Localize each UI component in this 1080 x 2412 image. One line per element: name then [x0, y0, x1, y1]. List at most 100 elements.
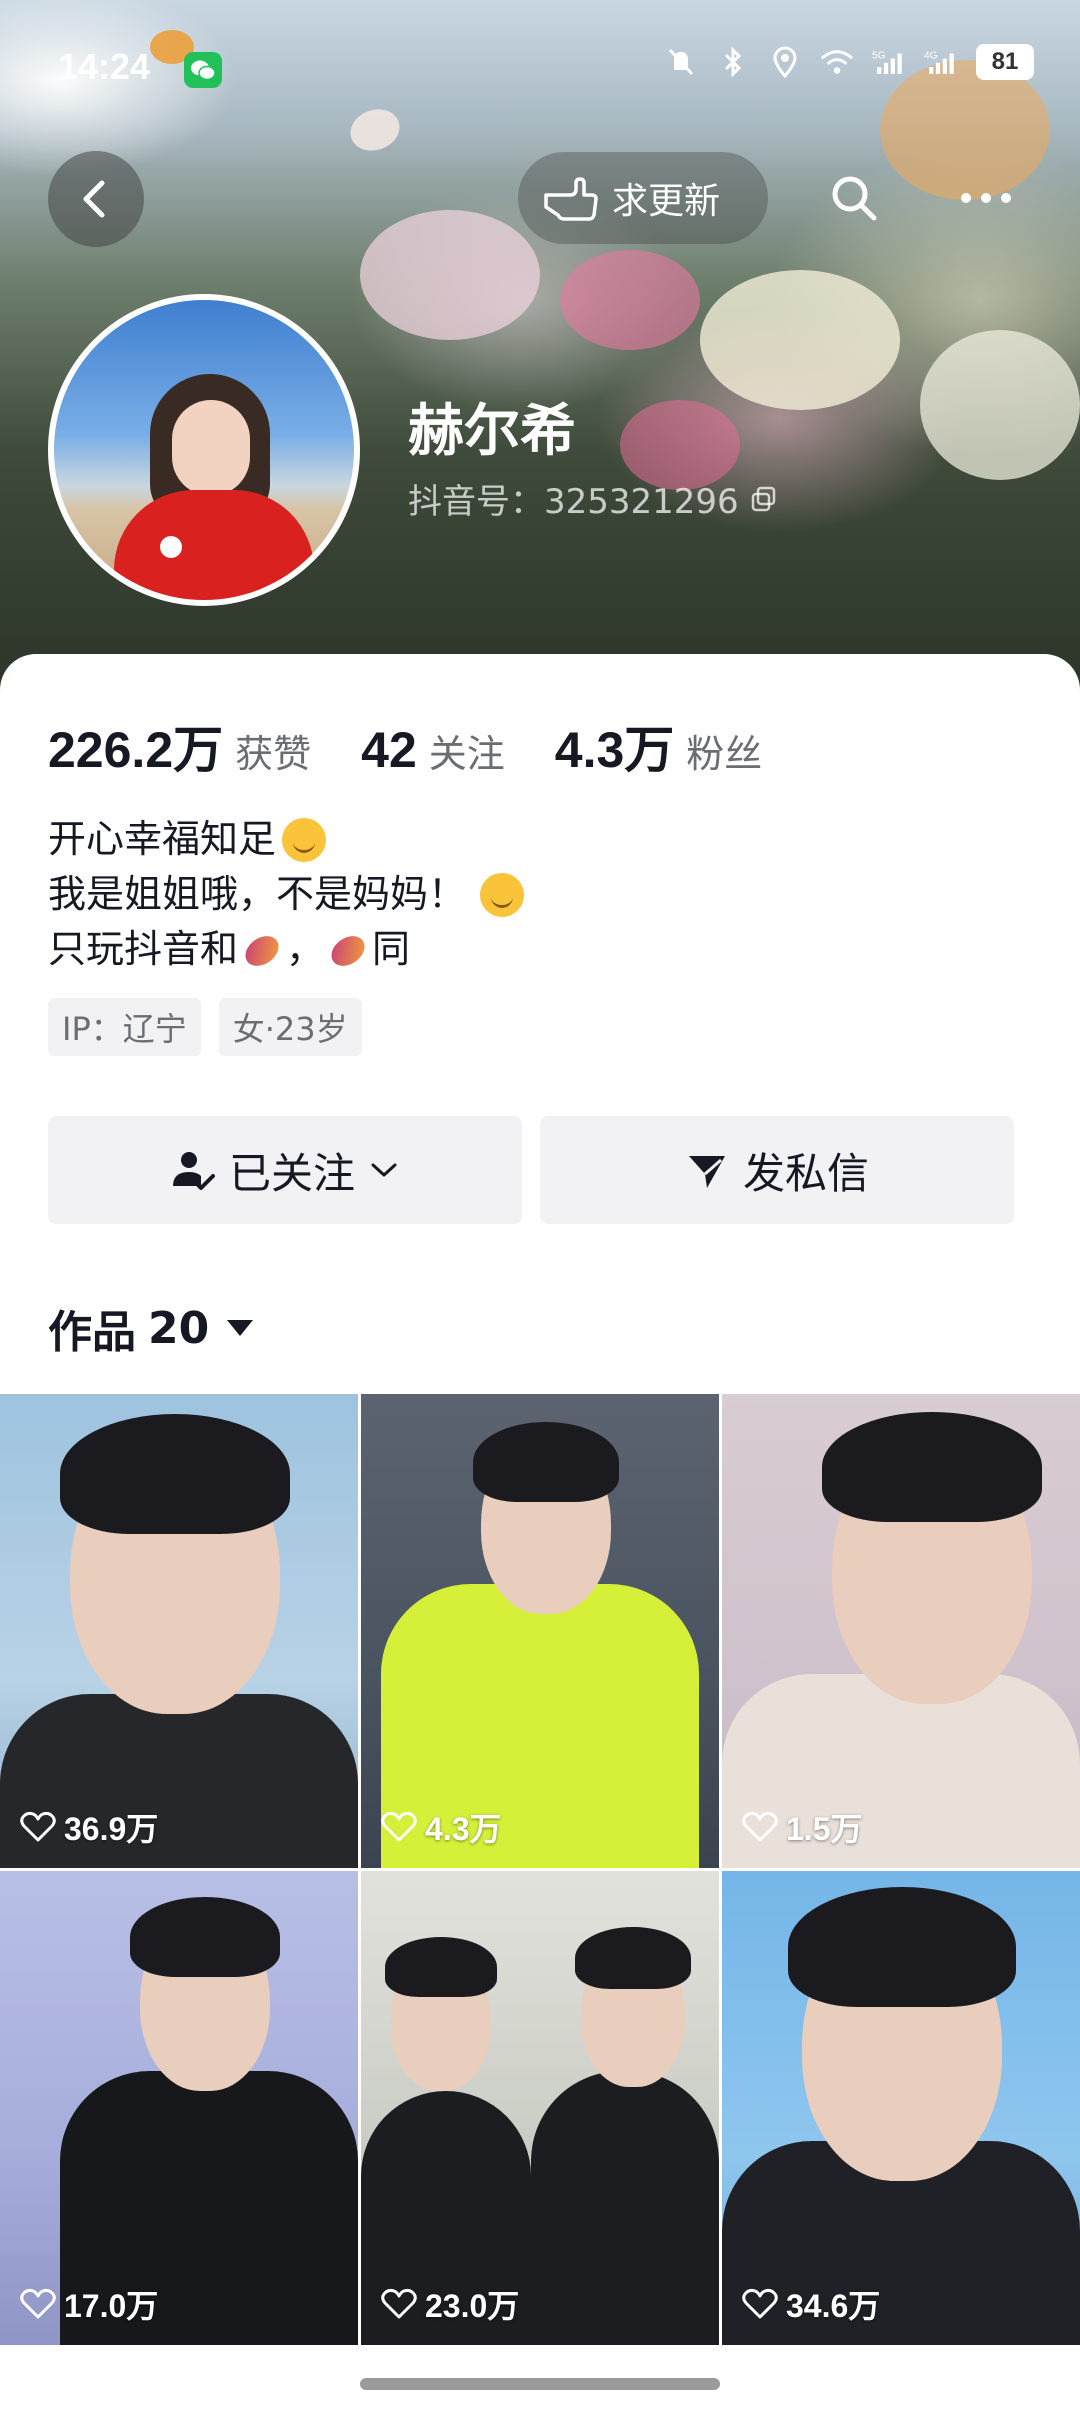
stat-likes-label: 获赞 [235, 732, 312, 776]
video-likes-count: 17.0万 [64, 2288, 159, 2324]
thumbnail-hair [130, 1897, 280, 1977]
stat-followers-label: 粉丝 [686, 732, 763, 776]
video-likes: 23.0万 [381, 2281, 519, 2327]
stat-following-value: 42 [361, 722, 417, 778]
bio-line-3-text-c: 同 [372, 927, 411, 971]
user-check-icon [172, 1152, 215, 1190]
video-likes-count: 34.6万 [786, 2288, 881, 2324]
home-indicator[interactable] [360, 2378, 720, 2390]
send-message-label: 发私信 [742, 1148, 869, 1198]
copy-icon[interactable] [749, 484, 779, 514]
back-arrow-icon [83, 180, 105, 218]
following-button-label: 已关注 [228, 1148, 355, 1198]
thumbnail-hair [575, 1927, 691, 1989]
thumbnail-jacket [531, 2071, 719, 2345]
cover-flower [560, 250, 700, 350]
send-icon [688, 1156, 725, 1188]
back-button[interactable] [48, 151, 144, 247]
tab-works[interactable]: 作品 20 [48, 1296, 254, 1360]
cover-flower [360, 210, 540, 340]
more-icon [961, 193, 1011, 203]
thumbnail-hair [60, 1414, 290, 1534]
search-icon [832, 176, 877, 221]
stat-followers-value: 4.3万 [554, 722, 675, 778]
battery-indicator: 81 [976, 44, 1034, 80]
more-button[interactable] [940, 152, 1032, 244]
video-tile[interactable]: 1.5万 [722, 1394, 1080, 1868]
chevron-down-icon [371, 1163, 397, 1177]
request-update-label: 求更新 [612, 181, 721, 222]
video-tile[interactable]: 17.0万 [0, 1871, 358, 2345]
bluetooth-icon [716, 45, 750, 79]
svg-text:5G: 5G [872, 51, 886, 62]
bio-line-3: 只玩抖音和 ， 同 [48, 922, 524, 977]
heart-icon [742, 2288, 778, 2319]
stat-following[interactable]: 42 关注 [361, 721, 505, 779]
svg-text:4G: 4G [924, 51, 938, 62]
cover-flower [700, 270, 900, 410]
bio-line-3-text-a: 只玩抖音和 [48, 927, 239, 971]
stat-following-label: 关注 [428, 732, 505, 776]
search-button[interactable] [808, 152, 900, 244]
profile-stats: 226.2万 获赞 42 关注 4.3万 粉丝 [48, 710, 812, 782]
smile-emoji-icon [480, 872, 525, 917]
smile-emoji-icon [282, 817, 327, 862]
thumbnail-hair [822, 1412, 1042, 1522]
works-tab-label: 作品 [48, 1307, 136, 1358]
heart-icon [20, 2288, 56, 2319]
wifi-icon [820, 45, 854, 79]
stat-followers[interactable]: 4.3万 粉丝 [555, 710, 763, 782]
video-tile[interactable]: 34.6万 [722, 1871, 1080, 2345]
caret-down-icon [227, 1320, 254, 1336]
thumbnail-hair [385, 1937, 497, 1997]
bio-line-1: 开心幸福知足 [48, 812, 524, 867]
avatar[interactable] [48, 294, 360, 606]
avatar-shirt [114, 490, 314, 600]
video-likes: 1.5万 [742, 1804, 863, 1850]
video-likes-count: 36.9万 [64, 1811, 159, 1847]
following-button[interactable]: 已关注 [48, 1116, 522, 1224]
works-tab-count: 20 [148, 1302, 210, 1354]
video-tile[interactable]: 36.9万 [0, 1394, 358, 1868]
sweet-potato-emoji-icon [326, 928, 370, 972]
video-likes-count: 1.5万 [786, 1811, 863, 1847]
heart-icon [20, 1811, 56, 1842]
video-tile[interactable]: 4.3万 [361, 1394, 719, 1868]
video-likes: 17.0万 [20, 2281, 158, 2327]
douyin-id-text: 抖音号：325321296 [408, 482, 739, 522]
bio-line-1-text: 开心幸福知足 [48, 817, 277, 861]
stat-likes[interactable]: 226.2万 获赞 [48, 710, 311, 782]
video-likes-count: 23.0万 [425, 2288, 520, 2324]
video-tile[interactable]: 23.0万 [361, 1871, 719, 2345]
profile-nickname: 赫尔希 [408, 399, 576, 464]
profile-tags: IP：辽宁 女·23岁 [48, 998, 362, 1056]
tag-ip-location: IP：辽宁 [48, 998, 201, 1056]
sweet-potato-emoji-icon [240, 928, 284, 972]
hand-point-icon [544, 177, 598, 221]
bio-line-2: 我是姐姐哦，不是妈妈！ [48, 867, 525, 922]
signal-5g-icon: 5G [872, 45, 906, 79]
location-icon [768, 45, 802, 79]
video-likes: 36.9万 [20, 1804, 158, 1850]
heart-icon [742, 1811, 778, 1842]
status-time: 14:24 [58, 46, 151, 87]
request-update-button[interactable]: 求更新 [518, 152, 768, 244]
heart-icon [381, 2288, 417, 2319]
bio-line-3-text-b: ， [286, 927, 325, 971]
bio-line-2-text: 我是姐姐哦，不是妈妈！ [48, 872, 467, 916]
send-message-button[interactable]: 发私信 [540, 1116, 1014, 1224]
video-likes: 34.6万 [742, 2281, 880, 2327]
douyin-id[interactable]: 抖音号：325321296 [408, 474, 779, 523]
cover-flower [920, 330, 1080, 480]
status-icons: 5G 4G 81 [664, 44, 1034, 80]
thumbnail-hair [788, 1887, 1016, 2007]
wechat-icon [184, 52, 222, 88]
avatar-face [172, 400, 250, 496]
video-grid: 36.9万 4.3万 1.5万 17.0万 23.0万 34.6万 [0, 1394, 1080, 2345]
stat-likes-value: 226.2万 [48, 722, 224, 778]
tag-gender-age: 女·23岁 [218, 998, 362, 1056]
video-likes: 4.3万 [381, 1804, 502, 1850]
profile-bio: 开心幸福知足 我是姐姐哦，不是妈妈！ 只玩抖音和 ， 同 [48, 812, 525, 977]
status-bar: 14:24 5G 4G 81 [0, 0, 1080, 140]
mute-bell-icon [664, 45, 698, 79]
